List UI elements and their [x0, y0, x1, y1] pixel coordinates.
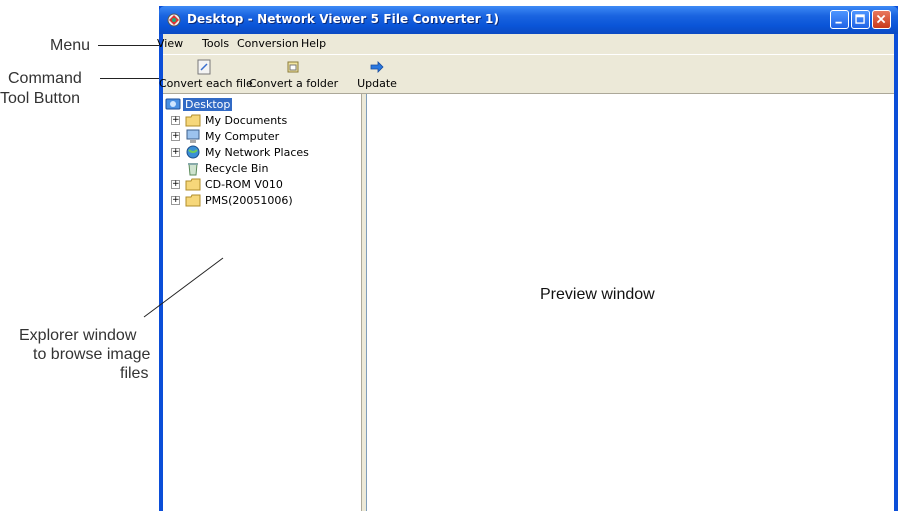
annotation-explorer-line: [143, 257, 224, 318]
